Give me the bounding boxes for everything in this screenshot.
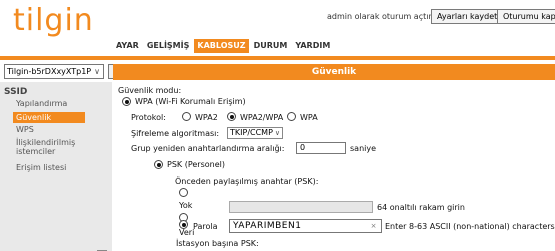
protocol-wpa-radio[interactable] [287,112,296,121]
security-form: Güvenlik modu: WPA (Wi-Fi Korumalı Erişi… [115,82,555,251]
psk-password-label: Parola [193,222,218,231]
sidebar-item-guvenlik[interactable]: Güvenlik [13,112,85,123]
psk-none-label: Yok [179,201,193,210]
cipher-select-value: TKIP/CCMP [230,128,273,137]
tab-ayar[interactable]: AYAR [113,39,142,53]
rekey-interval-input[interactable]: 0 [296,142,346,154]
main-tabs: AYAR GELİŞMİŞ KABLOSUZ DURUM YARDIM [113,39,333,53]
protocol-wpa2-wpa-radio[interactable] [227,112,236,121]
sidebar-item-erisim-listesi[interactable]: Erişim listesi [16,163,66,172]
hex-key-hint: 64 onaltılı rakam girin [377,203,465,212]
protocol-wpa2-radio[interactable] [182,112,191,121]
network-select[interactable]: Tilgin-b5rDXxyXTp1P ∨ [4,64,104,79]
tab-durum[interactable]: DURUM [251,39,291,53]
psk-none-radio[interactable] [179,188,188,197]
psk-password-radio[interactable] [179,220,188,229]
psk-password-input[interactable]: YAPARIMBEN1 × [229,219,382,233]
section-title-bar: Güvenlik [113,64,555,80]
sidebar-item-wps[interactable]: WPS [16,125,34,134]
cipher-label: Şifreleme algoritması: [131,129,220,138]
network-select-value: Tilgin-b5rDXxyXTp1P [7,67,92,76]
tilgin-logo: tilgin [13,3,94,38]
chevron-down-icon: ∨ [274,129,280,137]
psk-personal-label: PSK (Personel) [167,160,225,169]
header-divider [0,56,555,60]
preshared-key-label: Önceden paylaşılmış anahtar (PSK): [175,177,319,186]
psk-password-value: YAPARIMBEN1 [233,221,302,231]
hex-key-input[interactable] [229,201,373,213]
psk-personal-radio[interactable] [154,160,163,169]
wpa-radio[interactable] [122,97,131,106]
rekey-unit-label: saniye [350,144,377,153]
login-status-text: admin olarak oturum açtınız. [327,12,443,21]
protocol-wpa2-label: WPA2 [195,113,218,122]
psk-data-label: Veri [179,228,195,237]
security-mode-label: Güvenlik modu: [118,86,182,95]
save-settings-button[interactable]: Ayarları kaydet [431,9,504,24]
chevron-down-icon: ∨ [94,67,100,76]
tab-kablosuz[interactable]: KABLOSUZ [194,39,249,53]
rekey-interval-label: Grup yeniden anahtarlandırma aralığı: [131,144,285,153]
protocol-wpa2-wpa-label: WPA2/WPA [240,113,284,122]
per-station-psk-label: İstasyon başına PSK: [176,239,259,248]
tab-gelismis[interactable]: GELİŞMİŞ [144,39,193,53]
sidebar-item-iliskilendirilmis-istemciler[interactable]: İlişkilendirilmiş istemciler [16,138,96,156]
sidebar: SSID Yapılandırma Güvenlik WPS İlişkilen… [0,82,112,251]
logout-button[interactable]: Oturumu kapat [497,9,555,24]
sidebar-item-yapilandirma[interactable]: Yapılandırma [16,99,67,108]
psk-password-hint: Enter 8-63 ASCII (non-national) characte… [385,222,555,231]
protocol-label: Protokol: [131,113,166,122]
tab-yardim[interactable]: YARDIM [292,39,333,53]
cipher-select[interactable]: TKIP/CCMP ∨ [227,127,283,139]
sidebar-title: SSID [4,87,28,97]
protocol-wpa-label: WPA [300,113,318,122]
wpa-label: WPA (Wi-Fi Korumalı Erişim) [135,97,246,106]
clear-icon[interactable]: × [371,220,377,232]
